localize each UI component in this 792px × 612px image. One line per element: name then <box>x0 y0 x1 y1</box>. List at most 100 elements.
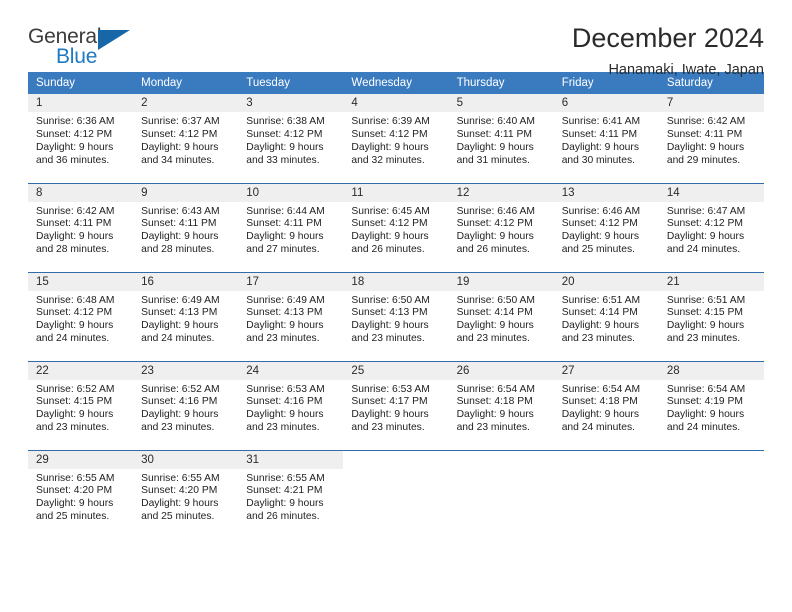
calendar-week-row: 22 Sunrise: 6:52 AM Sunset: 4:15 PM Dayligh… <box>28 360 764 450</box>
sunset-text: Sunset: 4:18 PM <box>456 396 533 408</box>
day-details: Sunrise: 6:37 AM Sunset: 4:12 PM Daylight:… <box>133 112 238 168</box>
day-cell-inner: 13 Sunrise: 6:46 AM Sunset: 4:12 PM Dayligh… <box>553 183 659 272</box>
daylight-text-line1: Daylight: 9 hours <box>666 320 745 332</box>
calendar-day-cell[interactable]: 23 Sunrise: 6:52 AM Sunset: 4:16 PM Dayligh… <box>133 360 239 450</box>
sunrise-text: Sunrise: 6:40 AM <box>456 116 535 127</box>
calendar-day-cell[interactable]: 26 Sunrise: 6:54 AM Sunset: 4:18 PM Dayligh… <box>448 360 554 450</box>
calendar-day-cell[interactable]: 14 Sunrise: 6:47 AM Sunset: 4:12 PM Dayligh… <box>658 182 764 272</box>
calendar-day-cell[interactable]: 31 Sunrise: 6:55 AM Sunset: 4:21 PM Dayligh… <box>238 449 344 539</box>
sunrise-text: Sunrise: 6:50 AM <box>456 294 535 306</box>
day-details: Sunrise: 6:49 AM Sunset: 4:13 PM Daylight:… <box>133 291 238 347</box>
day-cell-inner: 11 Sunrise: 6:45 AM Sunset: 4:12 PM Dayligh… <box>343 183 449 272</box>
sunset-text: Sunset: 4:12 PM <box>666 218 743 230</box>
calendar-day-cell[interactable]: 3 Sunrise: 6:38 AM Sunset: 4:12 PM Daylight… <box>238 94 344 183</box>
sunrise-text: Sunrise: 6:49 AM <box>246 294 325 306</box>
daylight-text-line2: and 30 minutes. <box>561 154 635 166</box>
calendar-day-cell[interactable]: 15 Sunrise: 6:48 AM Sunset: 4:12 PM Dayligh… <box>28 271 134 361</box>
calendar-week-row: 8 Sunrise: 6:42 AM Sunset: 4:11 PM Daylight… <box>28 182 764 272</box>
day-number: 9 <box>133 183 239 202</box>
calendar-day-cell[interactable]: 25 Sunrise: 6:53 AM Sunset: 4:17 PM Dayligh… <box>343 360 449 450</box>
calendar-day-cell[interactable] <box>553 449 659 539</box>
daylight-text-line2: and 23 minutes. <box>561 333 635 345</box>
calendar-day-cell[interactable]: 5 Sunrise: 6:40 AM Sunset: 4:11 PM Daylight… <box>448 94 554 183</box>
calendar-body: 1 Sunrise: 6:36 AM Sunset: 4:12 PM Daylight… <box>28 94 764 539</box>
daylight-text-line1: Daylight: 9 hours <box>351 320 429 332</box>
day-number: 27 <box>553 361 659 380</box>
calendar-day-cell[interactable]: 4 Sunrise: 6:39 AM Sunset: 4:12 PM Daylight… <box>343 94 449 183</box>
day-number: 28 <box>658 361 764 380</box>
calendar-day-cell[interactable]: 27 Sunrise: 6:54 AM Sunset: 4:18 PM Dayligh… <box>553 360 659 450</box>
sunset-text: Sunset: 4:16 PM <box>141 396 218 408</box>
weekday-header-tuesday: Tuesday <box>238 72 344 94</box>
sunrise-text: Sunrise: 6:37 AM <box>141 116 220 127</box>
day-number: 13 <box>553 183 659 202</box>
daylight-text-line1: Daylight: 9 hours <box>456 320 534 332</box>
day-cell-inner: 16 Sunrise: 6:49 AM Sunset: 4:13 PM Dayligh… <box>133 272 239 361</box>
calendar-day-cell[interactable]: 9 Sunrise: 6:43 AM Sunset: 4:11 PM Daylight… <box>133 182 239 272</box>
day-cell-inner: 2 Sunrise: 6:37 AM Sunset: 4:12 PM Daylight… <box>133 94 239 183</box>
daylight-text-line1: Daylight: 9 hours <box>561 320 639 332</box>
day-number: 3 <box>238 94 344 112</box>
sunrise-text: Sunrise: 6:45 AM <box>351 205 430 217</box>
daylight-text-line2: and 25 minutes. <box>36 511 110 523</box>
calendar-day-cell[interactable]: 1 Sunrise: 6:36 AM Sunset: 4:12 PM Daylight… <box>28 94 134 183</box>
calendar-day-cell[interactable]: 19 Sunrise: 6:50 AM Sunset: 4:14 PM Dayligh… <box>448 271 554 361</box>
daylight-text-line1: Daylight: 9 hours <box>246 141 324 153</box>
calendar-day-cell[interactable] <box>343 449 449 539</box>
calendar-day-cell[interactable]: 28 Sunrise: 6:54 AM Sunset: 4:19 PM Dayligh… <box>658 360 764 450</box>
calendar-day-cell[interactable]: 12 Sunrise: 6:46 AM Sunset: 4:12 PM Dayligh… <box>448 182 554 272</box>
daylight-text-line1: Daylight: 9 hours <box>561 231 639 243</box>
calendar-day-cell[interactable]: 24 Sunrise: 6:53 AM Sunset: 4:16 PM Dayligh… <box>238 360 344 450</box>
day-details: Sunrise: 6:55 AM Sunset: 4:21 PM Daylight:… <box>238 469 343 525</box>
day-details: Sunrise: 6:36 AM Sunset: 4:12 PM Daylight:… <box>28 112 133 168</box>
calendar-day-cell[interactable]: 29 Sunrise: 6:55 AM Sunset: 4:20 PM Dayligh… <box>28 449 134 539</box>
calendar-day-cell[interactable]: 21 Sunrise: 6:51 AM Sunset: 4:15 PM Dayligh… <box>658 271 764 361</box>
day-cell-inner: 8 Sunrise: 6:42 AM Sunset: 4:11 PM Daylight… <box>28 183 134 272</box>
day-number: 23 <box>133 361 239 380</box>
sunset-text: Sunset: 4:15 PM <box>36 396 113 408</box>
calendar-day-cell[interactable] <box>658 449 764 540</box>
brand-logo[interactable]: General Blue <box>28 24 138 70</box>
calendar-day-cell[interactable]: 7 Sunrise: 6:42 AM Sunset: 4:11 PM Daylight… <box>658 94 764 183</box>
calendar-day-cell[interactable]: 6 Sunrise: 6:41 AM Sunset: 4:11 PM Daylight… <box>553 94 659 183</box>
day-details: Sunrise: 6:39 AM Sunset: 4:12 PM Daylight:… <box>343 112 448 168</box>
calendar-day-cell[interactable]: 16 Sunrise: 6:49 AM Sunset: 4:13 PM Dayligh… <box>133 271 239 361</box>
day-number: 25 <box>343 361 449 380</box>
calendar-day-cell[interactable]: 11 Sunrise: 6:45 AM Sunset: 4:12 PM Dayligh… <box>343 182 449 272</box>
day-cell-inner: 12 Sunrise: 6:46 AM Sunset: 4:12 PM Dayligh… <box>448 183 554 272</box>
calendar-week-row: 1 Sunrise: 6:36 AM Sunset: 4:12 PM Daylight… <box>28 94 764 183</box>
daylight-text-line1: Daylight: 9 hours <box>666 141 745 153</box>
calendar-day-cell[interactable]: 10 Sunrise: 6:44 AM Sunset: 4:11 PM Dayligh… <box>238 182 344 272</box>
day-number: 11 <box>343 183 449 202</box>
sunrise-text: Sunrise: 6:48 AM <box>36 294 115 306</box>
day-number: 8 <box>28 183 134 202</box>
day-number: 30 <box>133 450 239 469</box>
calendar-day-cell[interactable]: 20 Sunrise: 6:51 AM Sunset: 4:14 PM Dayligh… <box>553 271 659 361</box>
day-cell-inner <box>658 450 764 540</box>
day-details: Sunrise: 6:55 AM Sunset: 4:20 PM Daylight:… <box>133 469 238 525</box>
calendar-day-cell[interactable]: 18 Sunrise: 6:50 AM Sunset: 4:13 PM Dayligh… <box>343 271 449 361</box>
day-details: Sunrise: 6:47 AM Sunset: 4:12 PM Daylight:… <box>659 202 764 258</box>
day-cell-inner: 27 Sunrise: 6:54 AM Sunset: 4:18 PM Dayligh… <box>553 361 659 450</box>
daylight-text-line2: and 24 minutes. <box>141 333 215 345</box>
calendar-day-cell[interactable]: 8 Sunrise: 6:42 AM Sunset: 4:11 PM Daylight… <box>28 182 134 272</box>
day-details: Sunrise: 6:52 AM Sunset: 4:15 PM Daylight:… <box>28 380 133 436</box>
calendar-day-cell[interactable]: 2 Sunrise: 6:37 AM Sunset: 4:12 PM Daylight… <box>133 94 239 183</box>
day-details: Sunrise: 6:49 AM Sunset: 4:13 PM Daylight:… <box>238 291 343 347</box>
calendar-day-cell[interactable]: 17 Sunrise: 6:49 AM Sunset: 4:13 PM Dayligh… <box>238 271 344 361</box>
day-number <box>448 450 554 469</box>
day-number: 29 <box>28 450 134 469</box>
day-cell-inner: 10 Sunrise: 6:44 AM Sunset: 4:11 PM Dayligh… <box>238 183 344 272</box>
calendar-day-cell[interactable]: 13 Sunrise: 6:46 AM Sunset: 4:12 PM Dayligh… <box>553 182 659 272</box>
calendar-day-cell[interactable]: 30 Sunrise: 6:55 AM Sunset: 4:20 PM Dayligh… <box>133 449 239 539</box>
weekday-header-sunday: Sunday <box>28 72 134 94</box>
sunset-text: Sunset: 4:12 PM <box>36 128 113 140</box>
calendar-day-cell[interactable]: 22 Sunrise: 6:52 AM Sunset: 4:15 PM Dayligh… <box>28 360 134 450</box>
sunset-text: Sunset: 4:20 PM <box>141 485 218 497</box>
sunrise-text: Sunrise: 6:51 AM <box>561 294 641 306</box>
calendar-day-cell[interactable] <box>448 449 554 539</box>
day-number: 10 <box>238 183 344 202</box>
daylight-text-line2: and 36 minutes. <box>36 154 110 166</box>
day-details: Sunrise: 6:55 AM Sunset: 4:20 PM Daylight:… <box>28 469 133 525</box>
title-block: December 2024 Hanamaki, Iwate, Japan <box>572 23 764 77</box>
